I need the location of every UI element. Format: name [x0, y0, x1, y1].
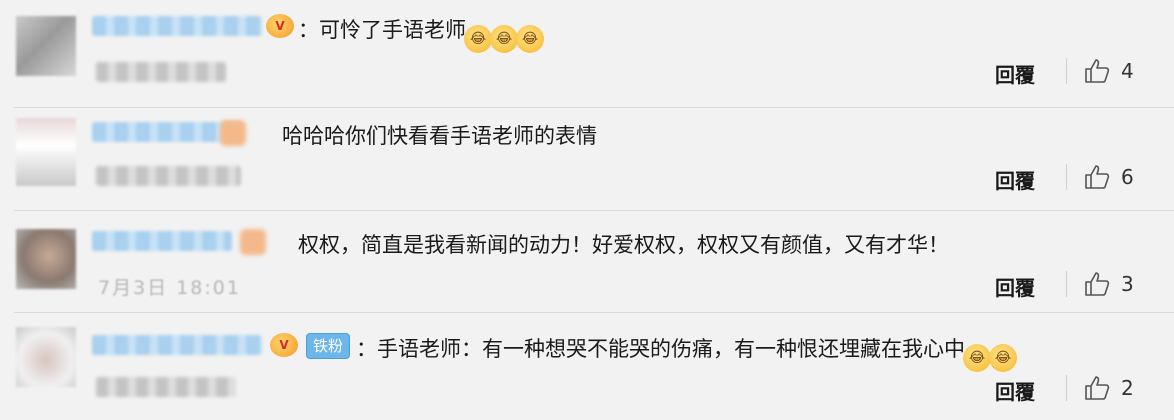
fan-badge: 铁粉 — [306, 333, 351, 359]
laughing-crying-emoji-icon: 😂 — [989, 344, 1017, 372]
avatar[interactable] — [16, 16, 76, 76]
vip-crown-icon: V — [266, 14, 294, 38]
avatar[interactable] — [16, 229, 76, 289]
timestamp: 7月3日 18:01 — [98, 277, 241, 299]
comment-item: 哈哈哈你们快看看手语老师的表情 回覆 6 — [0, 108, 1174, 210]
divider — [1066, 164, 1067, 190]
like-count: 2 — [1121, 376, 1134, 400]
comment-item: 权权，简直是我看新闻的动力！好爱权权，权权又有颜值，又有才华！ 7月3日 18:… — [0, 211, 1174, 312]
reply-button[interactable]: 回覆 — [995, 59, 1035, 88]
comment-item: V ：可怜了手语老师 😂 😂 😂 回覆 4 — [0, 0, 1174, 107]
avatar[interactable] — [16, 327, 76, 387]
avatar[interactable] — [16, 118, 76, 186]
divider — [1066, 58, 1067, 84]
username-blurred[interactable] — [92, 16, 262, 36]
laughing-crying-emoji-icon: 😂 — [490, 25, 518, 53]
thumbs-up-icon[interactable] — [1084, 375, 1110, 401]
badge-blurred — [220, 120, 246, 146]
thumbs-up-icon[interactable] — [1084, 271, 1110, 297]
comment-item: V 铁粉 ：手语老师：有一种想哭不能哭的伤痛，有一种恨还埋藏在我心中 😂 😂 回覆 … — [0, 313, 1174, 420]
reply-button[interactable]: 回覆 — [995, 272, 1035, 301]
laughing-crying-emoji-icon: 😂 — [464, 25, 492, 53]
vip-crown-icon: V — [270, 333, 298, 357]
comment-text: ：可怜了手语老师 😂 😂 😂 — [298, 14, 544, 53]
reply-button[interactable]: 回覆 — [995, 165, 1035, 194]
thumbs-up-icon[interactable] — [1084, 164, 1110, 190]
username-blurred[interactable] — [92, 231, 232, 251]
comment-text: ：手语老师：有一种想哭不能哭的伤痛，有一种恨还埋藏在我心中 😂 😂 — [356, 333, 1017, 372]
like-count: 3 — [1121, 272, 1134, 296]
thumbs-up-icon[interactable] — [1084, 58, 1110, 84]
timestamp-blurred — [96, 377, 236, 397]
divider — [1066, 375, 1067, 401]
like-count: 6 — [1121, 165, 1134, 189]
laughing-crying-emoji-icon: 😂 — [963, 344, 991, 372]
reply-button[interactable]: 回覆 — [995, 376, 1035, 405]
timestamp-blurred — [96, 62, 226, 82]
comment-text: 权权，简直是我看新闻的动力！好爱权权，权权又有颜值，又有才华！ — [298, 233, 949, 257]
like-count: 4 — [1121, 59, 1134, 83]
divider — [1066, 271, 1067, 297]
laughing-crying-emoji-icon: 😂 — [516, 25, 544, 53]
comment-text: 哈哈哈你们快看看手语老师的表情 — [282, 124, 597, 148]
timestamp-blurred — [96, 166, 241, 186]
username-blurred[interactable] — [92, 335, 262, 355]
badge-blurred — [240, 229, 266, 255]
